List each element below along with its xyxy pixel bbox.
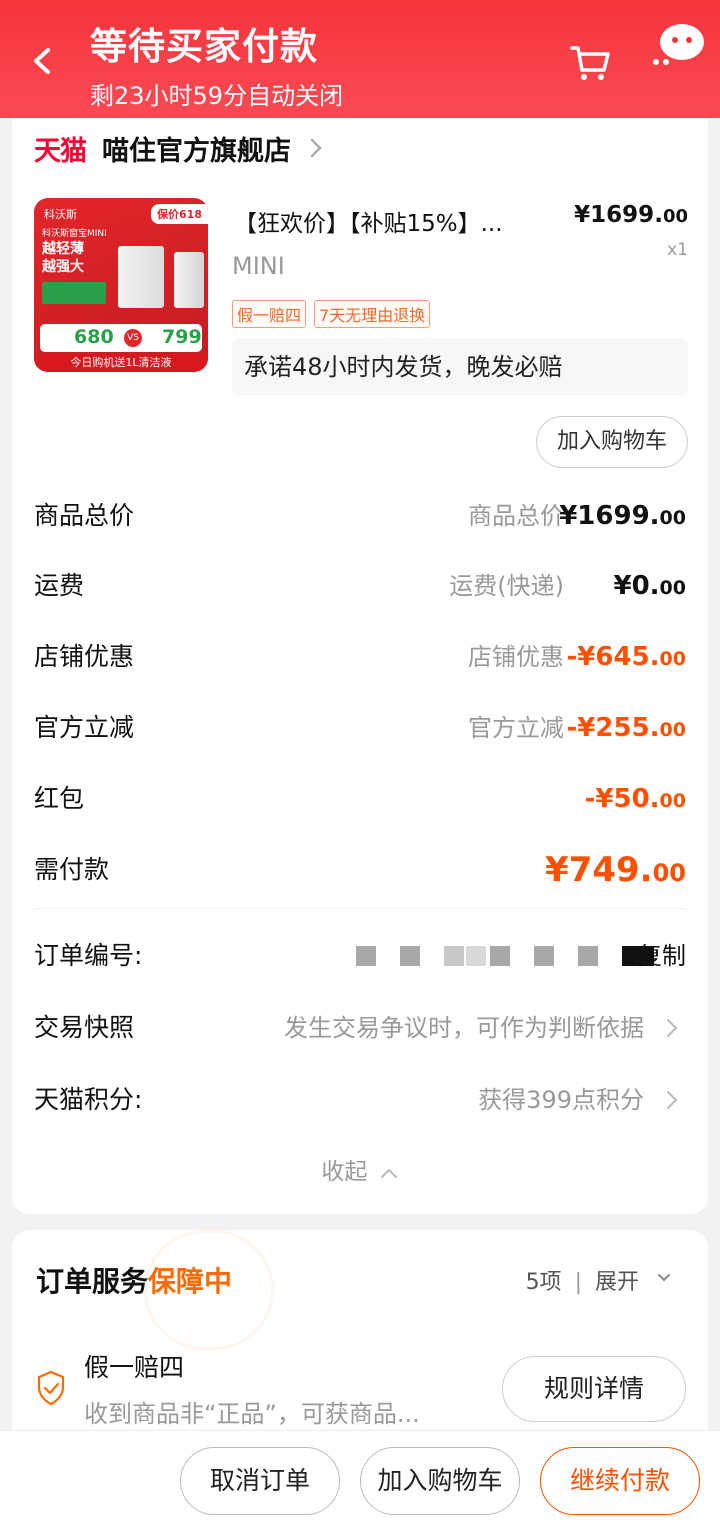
add-to-cart-button[interactable]: 加入购物车 (536, 416, 688, 468)
bottom-action-bar: 取消订单 加入购物车 继续付款 (0, 1430, 720, 1536)
chevron-right-icon (667, 1091, 678, 1109)
cancel-order-button[interactable]: 取消订单 (180, 1447, 340, 1515)
tag-fake-compensation: 假一赔四 (232, 300, 307, 328)
order-card: 天猫 喵住官方旗舰店 科沃斯 保价618 科沃斯窗宝MINI 越轻薄 越强大 6… (12, 118, 708, 1214)
product-image (118, 246, 164, 308)
product-tags: 假一赔四 7天无理由退换 (232, 300, 438, 328)
redacted-block (490, 946, 510, 966)
summary-row-shop-discount: 店铺优惠 店铺优惠 -¥645.00 (34, 642, 686, 672)
thumb-brand: 科沃斯 (44, 208, 77, 221)
page-title: 等待买家付款 (90, 25, 318, 68)
thumb-badge: 保价618 (151, 204, 208, 224)
order-number-row: 订单编号: 复制 (34, 934, 686, 978)
redacted-block (444, 946, 464, 966)
summary-row-official-discount: 官方立减 官方立减 -¥255.00 (34, 713, 686, 743)
divider (34, 908, 686, 909)
points-row[interactable]: 天猫积分: 获得399点积分 (34, 1078, 686, 1122)
cart-icon[interactable] (568, 40, 612, 84)
product-sku: MINI (232, 252, 285, 280)
product-price: ¥1699.00 (574, 202, 688, 228)
redacted-block (400, 946, 420, 966)
copy-order-number-button[interactable]: 复制 (638, 934, 686, 978)
summary-row-shipping: 运费 运费(快递) ¥0.00 (34, 571, 686, 601)
service-expand-toggle[interactable]: 5项 | 展开 (526, 1264, 670, 1296)
redacted-block (534, 946, 554, 966)
summary-row-red-packet: 红包 -¥50.00 (34, 784, 686, 814)
thumb-slogan: 越轻薄 (42, 241, 84, 257)
service-title: 订单服务保障中 (36, 1265, 233, 1298)
snapshot-row[interactable]: 交易快照 发生交易争议时，可作为判断依据 (34, 1006, 686, 1050)
order-service-card: 订单服务保障中 5项 | 展开 假一赔四 收到商品非“正品”，可获商品... 规… (12, 1230, 708, 1450)
product-title[interactable]: 【狂欢价】【补贴15%】... (234, 204, 574, 238)
product-image (174, 252, 204, 308)
product-thumbnail[interactable]: 科沃斯 保价618 科沃斯窗宝MINI 越轻薄 越强大 680 VS 799 今… (34, 198, 208, 372)
thumb-gift: 今日购机送1L清洁液 (34, 354, 208, 372)
rules-detail-button[interactable]: 规则详情 (502, 1356, 686, 1422)
shield-check-icon (37, 1370, 65, 1406)
tmall-logo: 天猫 (34, 135, 87, 167)
redacted-block (578, 946, 598, 966)
countdown-text: 剩23小时59分自动关闭 (90, 82, 344, 110)
tag-7day-return: 7天无理由退换 (314, 300, 431, 328)
thumb-green-label (42, 282, 106, 304)
summary-row-total-due: 需付款 ¥749.00 (34, 850, 686, 890)
thumb-price: 680 (74, 326, 114, 348)
shop-header[interactable]: 天猫 喵住官方旗舰店 (34, 128, 323, 168)
chevron-right-icon (310, 138, 322, 158)
top-bar: 等待买家付款 剩23小时59分自动关闭 (0, 0, 720, 118)
continue-payment-button[interactable]: 继续付款 (540, 1447, 700, 1515)
chevron-right-icon (667, 1019, 678, 1037)
shop-name: 喵住官方旗舰店 (102, 135, 291, 167)
shipping-promise: 承诺48小时内发货，晚发必赔 (232, 338, 688, 396)
back-icon[interactable] (28, 44, 58, 78)
service-item-title: 假一赔四 (84, 1353, 185, 1382)
thumb-vs: VS (124, 329, 142, 347)
chat-icon[interactable] (648, 22, 708, 68)
service-item-desc: 收到商品非“正品”，可获商品... (84, 1400, 420, 1428)
thumb-price: 799 (162, 326, 202, 348)
redacted-block (466, 946, 486, 966)
add-to-cart-footer-button[interactable]: 加入购物车 (360, 1447, 520, 1515)
thumb-slogan: 越强大 (42, 259, 84, 275)
summary-row-subtotal: 商品总价 商品总价 ¥1699.00 (34, 501, 686, 531)
product-quantity: x1 (667, 240, 688, 260)
chevron-down-icon (658, 1274, 670, 1282)
collapse-button[interactable]: 收起 (12, 1152, 708, 1186)
redacted-block (356, 946, 376, 966)
chevron-up-icon (380, 1168, 397, 1178)
